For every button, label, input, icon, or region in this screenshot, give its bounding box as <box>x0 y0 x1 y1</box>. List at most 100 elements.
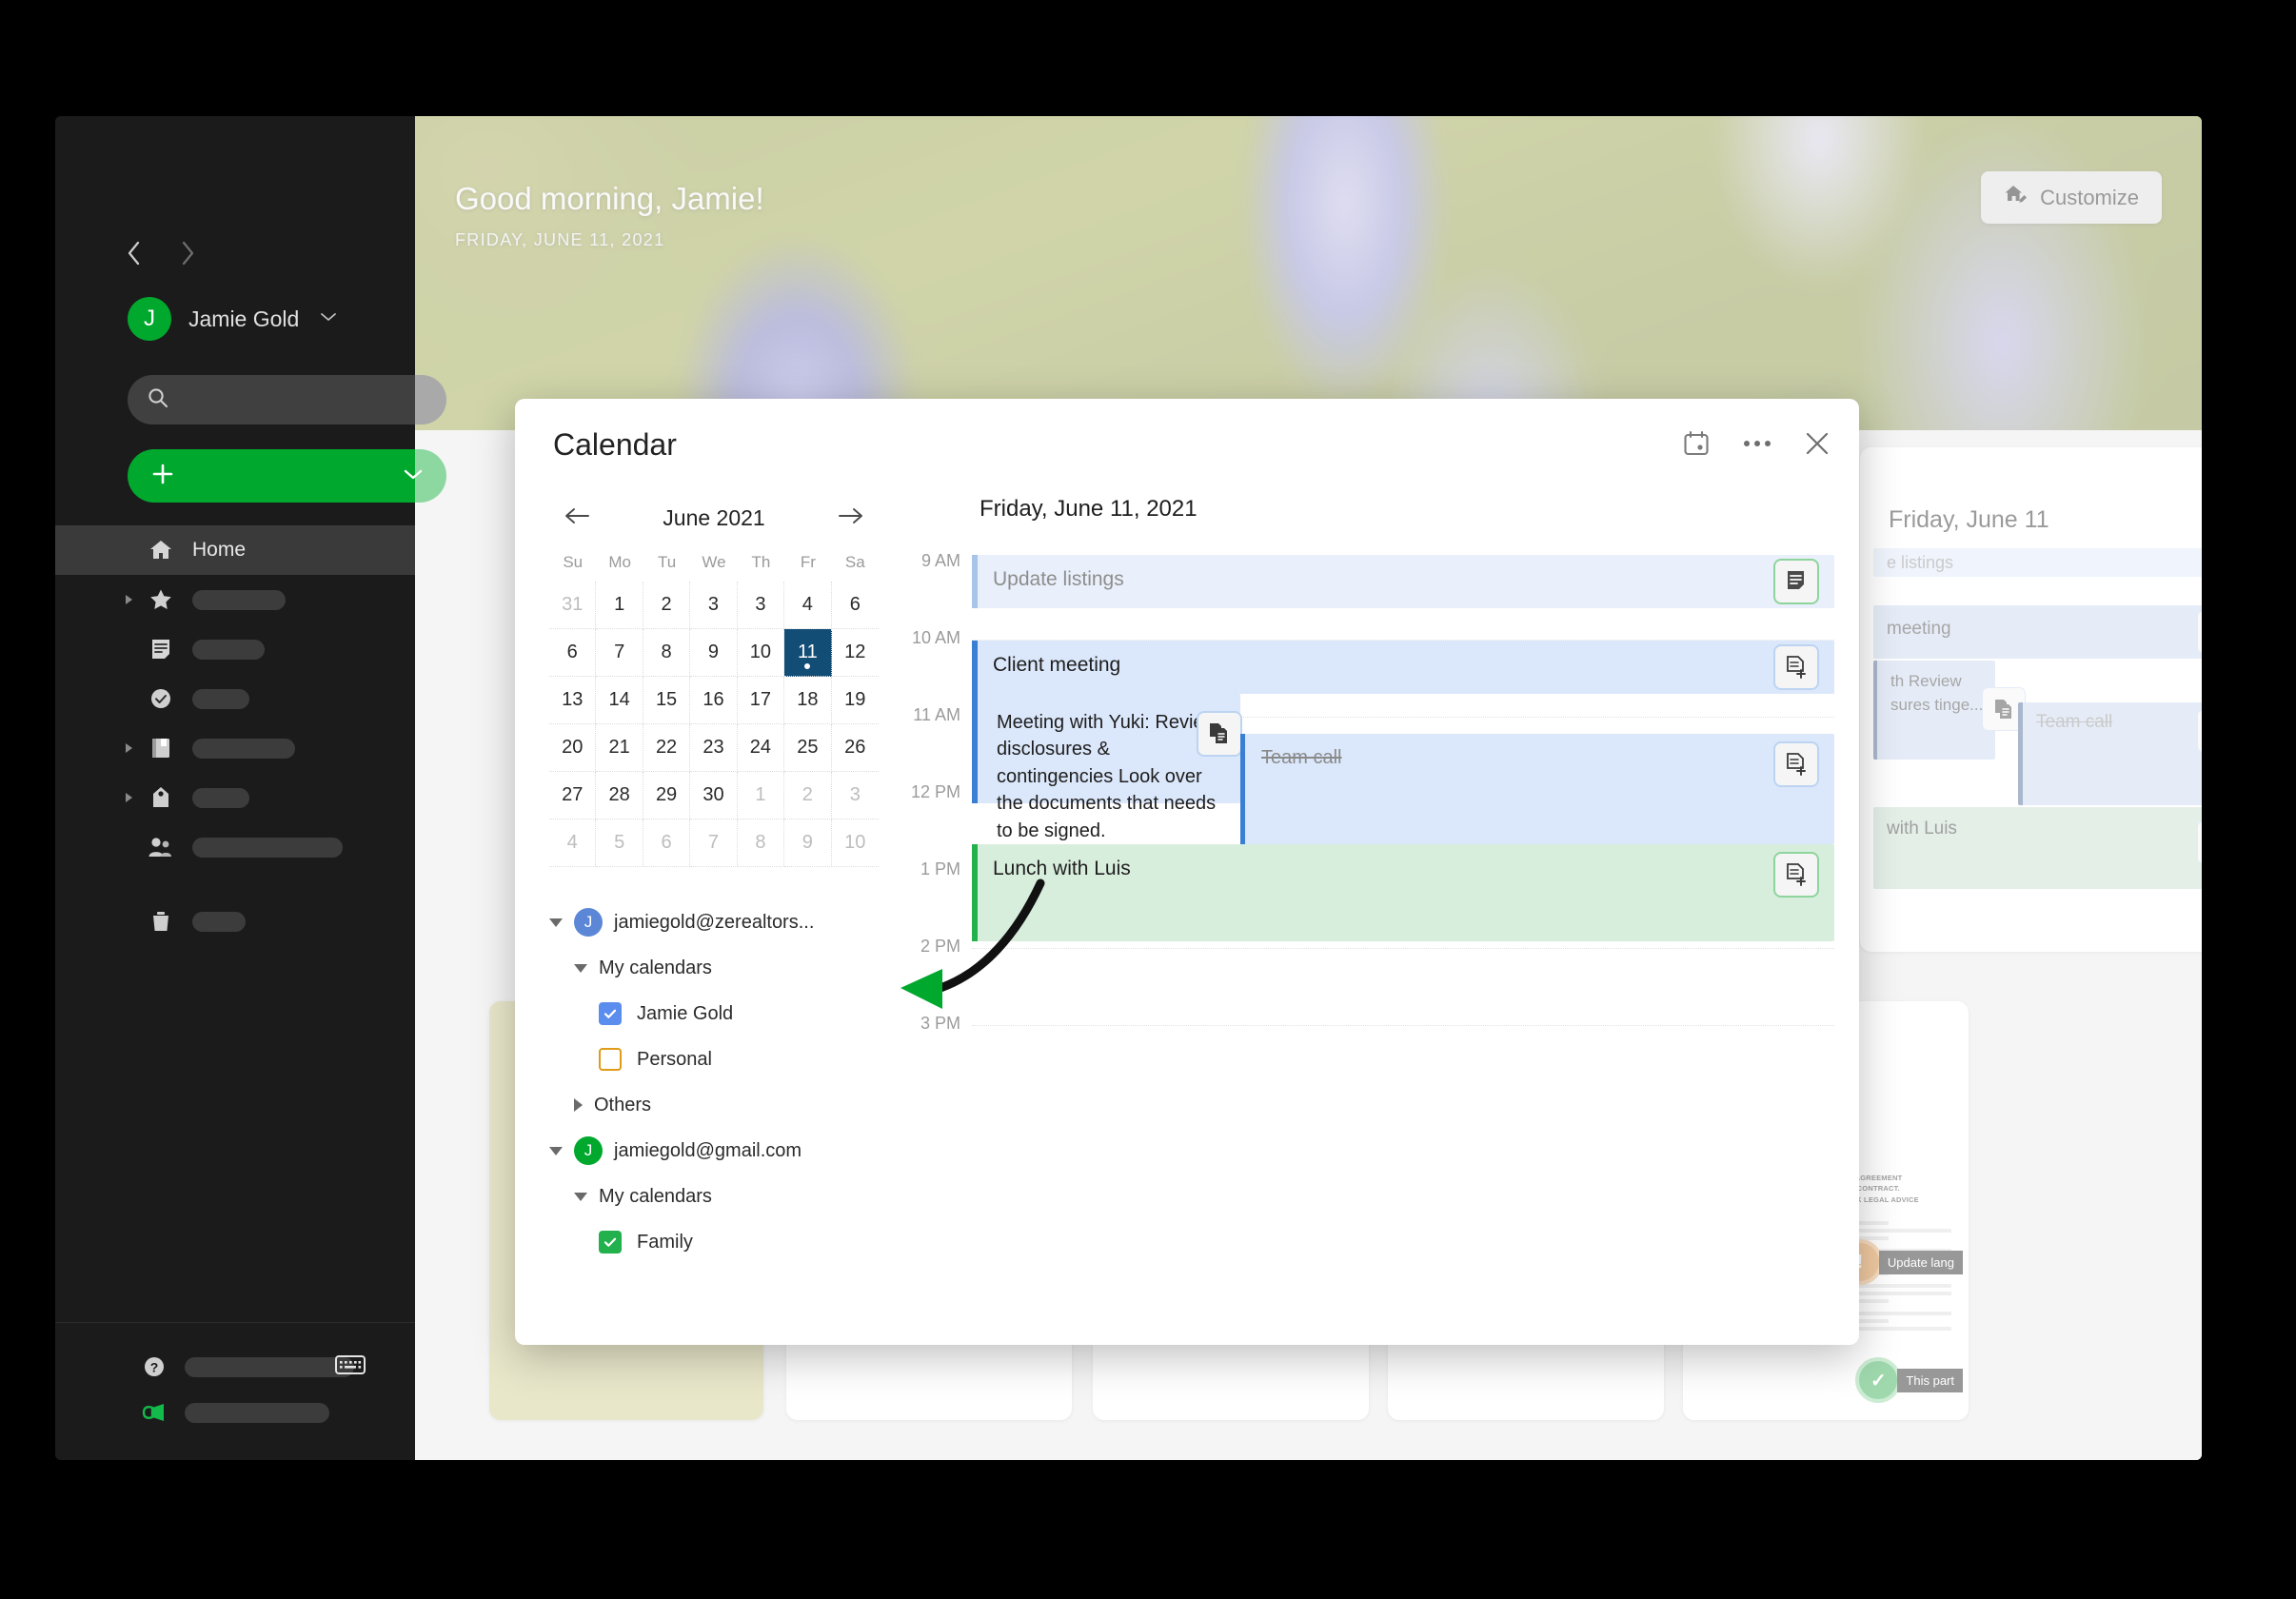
calendar-day-6[interactable]: 6 <box>643 819 691 867</box>
new-note-button[interactable] <box>128 449 446 503</box>
calendar-checkbox[interactable] <box>599 1231 622 1254</box>
arrow-left-icon[interactable] <box>563 506 591 530</box>
event-client-meeting[interactable]: Client meeting <box>972 641 1834 694</box>
note-add-icon[interactable] <box>1773 852 1819 898</box>
sidebar-item-notes[interactable] <box>55 624 415 674</box>
customize-button[interactable]: Customize <box>1981 171 2162 224</box>
sidebar-item-tags[interactable] <box>55 773 415 822</box>
calendar-icon[interactable] <box>1682 429 1711 458</box>
agenda-card[interactable]: Friday, June 11 e listings meeting th Re… <box>1860 447 2202 952</box>
sidebar-item-shortcuts[interactable] <box>55 575 415 624</box>
calendar-checkbox[interactable] <box>599 1048 622 1071</box>
chevron-down-icon[interactable] <box>403 467 424 485</box>
calendar-day-14[interactable]: 14 <box>596 677 643 724</box>
calendar-day-8[interactable]: 8 <box>643 629 691 677</box>
calendar-day-17[interactable]: 17 <box>737 677 785 724</box>
note-add-icon[interactable] <box>1773 644 1819 690</box>
calendar-day-10[interactable]: 10 <box>831 819 879 867</box>
calendar-day-3[interactable]: 3 <box>831 772 879 819</box>
calendar-day-4[interactable]: 4 <box>549 819 597 867</box>
ellipsis-icon[interactable] <box>1743 439 1771 448</box>
event-lunch-with-luis[interactable]: Lunch with Luis <box>972 844 1834 941</box>
calendar-day-26[interactable]: 26 <box>831 724 879 772</box>
calendar-day-30[interactable]: 30 <box>690 772 738 819</box>
agenda-event-update-listings[interactable]: e listings <box>1873 548 2202 577</box>
calendar-day-28[interactable]: 28 <box>596 772 643 819</box>
calendar-account-row[interactable]: Jjamiegold@zerealtors... <box>549 899 879 945</box>
calendar-day-31[interactable]: 31 <box>549 582 597 629</box>
copy-icon[interactable] <box>1197 711 1242 757</box>
calendar-day-1[interactable]: 1 <box>596 582 643 629</box>
calendar-day-6[interactable]: 6 <box>549 629 597 677</box>
note-add-icon[interactable] <box>2197 820 2202 864</box>
caret-right-icon[interactable] <box>126 743 132 753</box>
calendar-day-16[interactable]: 16 <box>690 677 738 724</box>
sidebar-item-shared[interactable] <box>55 822 415 872</box>
search-input[interactable] <box>128 375 446 424</box>
note-add-icon[interactable] <box>2197 709 2202 753</box>
agenda-event-lunch[interactable]: with Luis <box>1873 807 2202 889</box>
calendar-day-15[interactable]: 15 <box>643 677 691 724</box>
calendar-day-3[interactable]: 3 <box>737 582 785 629</box>
calendar-checkbox[interactable] <box>599 1002 622 1025</box>
caret-right-icon[interactable] <box>574 1098 583 1112</box>
calendar-day-24[interactable]: 24 <box>737 724 785 772</box>
caret-down-icon[interactable] <box>549 918 563 927</box>
chevron-right-icon[interactable] <box>177 238 198 268</box>
annotation-badge-this-part[interactable]: ✓ This part <box>1855 1357 1963 1403</box>
calendar-group-row[interactable]: My calendars <box>549 1174 879 1219</box>
calendar-day-27[interactable]: 27 <box>549 772 597 819</box>
calendar-day-9[interactable]: 9 <box>690 629 738 677</box>
note-add-icon[interactable] <box>2197 610 2202 654</box>
calendar-day-12[interactable]: 12 <box>831 629 879 677</box>
close-icon[interactable] <box>1804 430 1831 457</box>
calendar-group-row[interactable]: My calendars <box>549 945 879 991</box>
caret-down-icon[interactable] <box>549 1146 563 1155</box>
calendar-day-25[interactable]: 25 <box>784 724 832 772</box>
profile-menu[interactable]: J Jamie Gold <box>128 297 337 341</box>
agenda-event-client-meeting[interactable]: meeting <box>1873 605 2202 659</box>
calendar-day-29[interactable]: 29 <box>643 772 691 819</box>
calendar-day-6[interactable]: 6 <box>831 582 879 629</box>
calendar-day-21[interactable]: 21 <box>596 724 643 772</box>
agenda-event-note[interactable]: th Review sures tinge... <box>1873 661 1995 760</box>
note-add-icon[interactable] <box>1773 741 1819 787</box>
calendar-day-10[interactable]: 10 <box>737 629 785 677</box>
event-team-call[interactable]: Team call <box>1240 734 1834 844</box>
arrow-right-icon[interactable] <box>837 506 865 530</box>
calendar-day-2[interactable]: 2 <box>643 582 691 629</box>
calendar-day-19[interactable]: 19 <box>831 677 879 724</box>
calendar-day-9[interactable]: 9 <box>784 819 832 867</box>
calendar-day-8[interactable]: 8 <box>737 819 785 867</box>
calendar-day-5[interactable]: 5 <box>596 819 643 867</box>
calendar-day-1[interactable]: 1 <box>737 772 785 819</box>
keyboard-icon[interactable] <box>335 1353 366 1381</box>
calendar-day-18[interactable]: 18 <box>784 677 832 724</box>
chevron-left-icon[interactable] <box>124 238 145 268</box>
sidebar-item-tasks[interactable] <box>55 674 415 723</box>
calendar-account-row[interactable]: Jjamiegold@gmail.com <box>549 1128 879 1174</box>
calendar-checkbox-row[interactable]: Jamie Gold <box>549 991 879 1036</box>
calendar-day-2[interactable]: 2 <box>784 772 832 819</box>
help-row[interactable]: ? <box>55 1344 415 1390</box>
calendar-checkbox-row[interactable]: Personal <box>549 1036 879 1082</box>
calendar-day-7[interactable]: 7 <box>596 629 643 677</box>
calendar-day-11[interactable]: 11 <box>784 629 832 677</box>
event-update-listings[interactable]: Update listings <box>972 555 1834 608</box>
calendar-day-3[interactable]: 3 <box>690 582 738 629</box>
sidebar-item-home[interactable]: Home <box>55 525 415 575</box>
caret-down-icon[interactable] <box>574 1192 587 1201</box>
sidebar-item-notebooks[interactable] <box>55 723 415 773</box>
sidebar-item-trash[interactable] <box>55 897 415 946</box>
calendar-day-22[interactable]: 22 <box>643 724 691 772</box>
calendar-day-20[interactable]: 20 <box>549 724 597 772</box>
calendar-group-row[interactable]: Others <box>549 1082 879 1128</box>
calendar-day-23[interactable]: 23 <box>690 724 738 772</box>
calendar-day-4[interactable]: 4 <box>784 582 832 629</box>
calendar-checkbox-row[interactable]: Family <box>549 1219 879 1265</box>
whats-new-row[interactable] <box>55 1390 415 1435</box>
calendar-day-13[interactable]: 13 <box>549 677 597 724</box>
caret-right-icon[interactable] <box>126 595 132 604</box>
calendar-day-7[interactable]: 7 <box>690 819 738 867</box>
caret-down-icon[interactable] <box>574 963 587 973</box>
